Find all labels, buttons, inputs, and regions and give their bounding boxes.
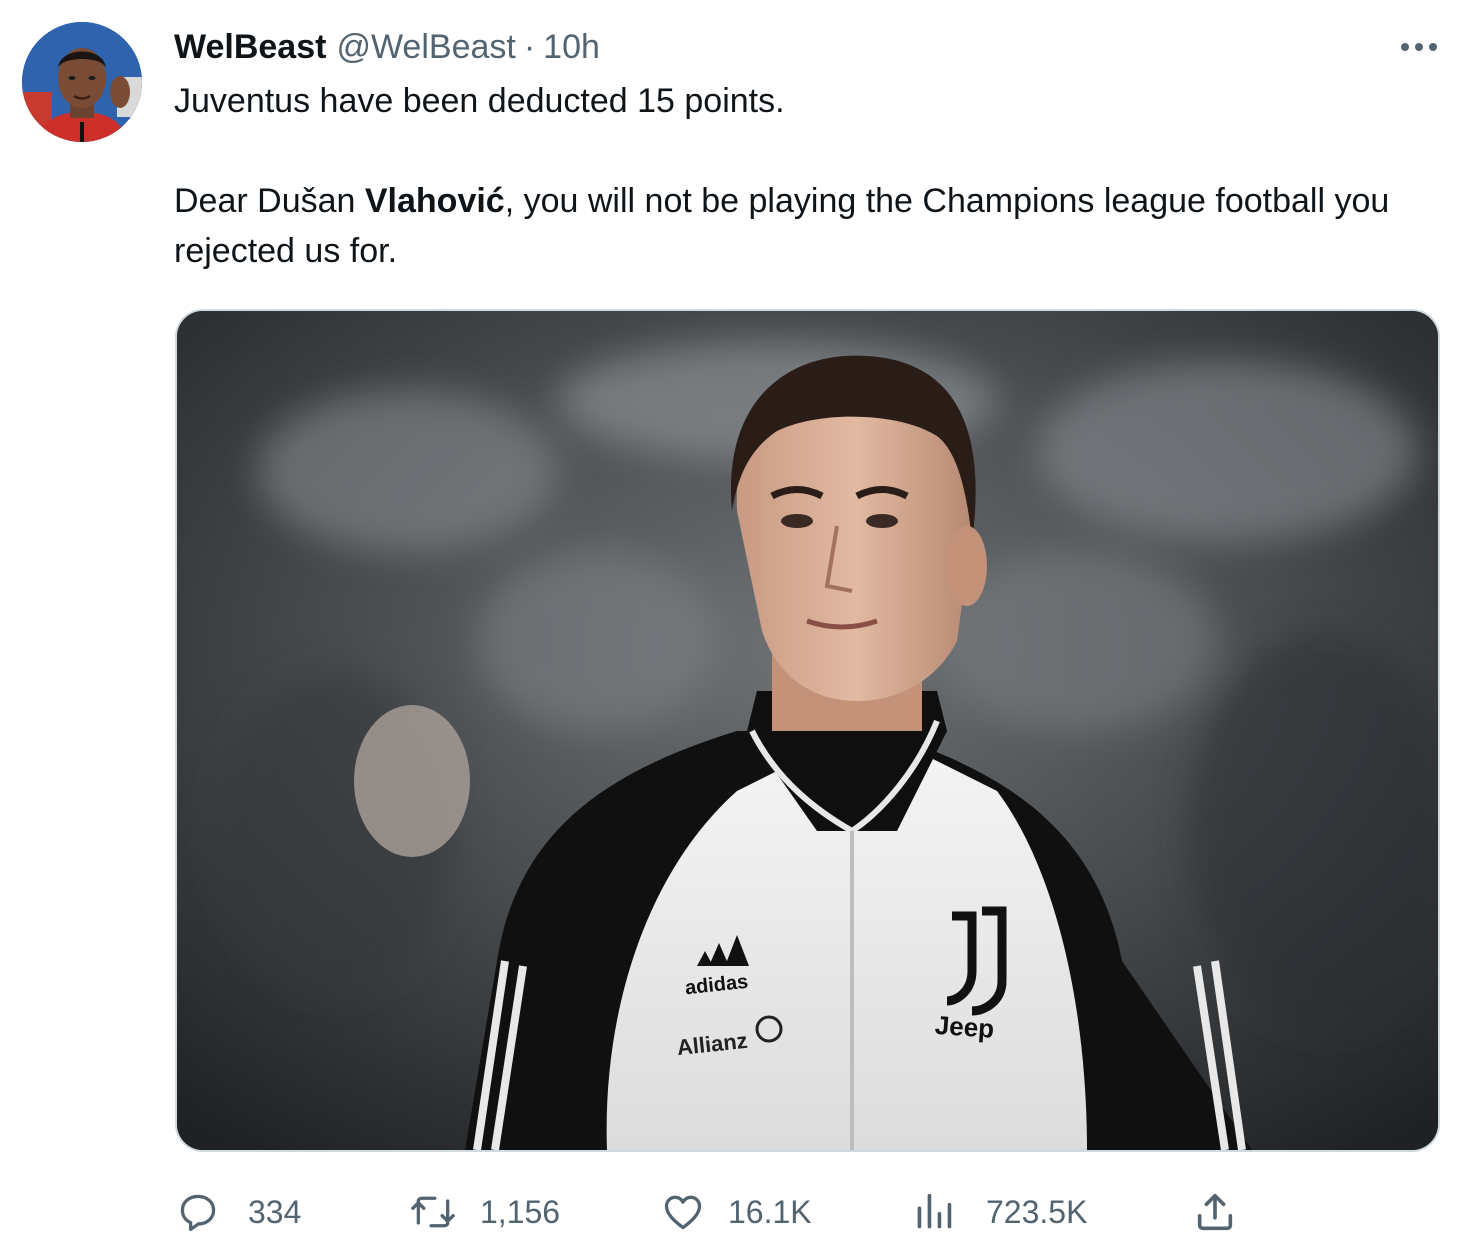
reply-bubble-icon <box>180 1194 216 1232</box>
reply-button[interactable]: 334 <box>176 1184 301 1240</box>
tweet-action-bar: 334 1,156 16.1K 723.5K <box>170 1184 1270 1240</box>
more-horizontal-icon <box>1401 43 1437 51</box>
analytics-bars-icon <box>917 1193 952 1229</box>
author-handle[interactable]: @WelBeast <box>336 28 515 67</box>
reply-count: 334 <box>248 1193 302 1230</box>
tweet-header: WelBeast @WelBeast · 10h <box>174 22 600 72</box>
tweet-text: Juventus have been deducted 15 points. D… <box>174 76 1449 276</box>
tweet-text-line-1: Juventus have been deducted 15 points. <box>174 82 785 120</box>
player-photo: adidas Allianz Jeep <box>177 311 1438 1150</box>
retweet-icon <box>411 1196 455 1228</box>
tweet-text-bold-name: Vlahović <box>364 182 505 220</box>
retweet-button[interactable]: 1,156 <box>408 1184 560 1240</box>
more-options-button[interactable] <box>1392 26 1446 68</box>
tweet: WelBeast @WelBeast · 10h Juventus have b… <box>0 0 1460 1254</box>
share-upload-icon <box>1197 1193 1233 1231</box>
author-avatar[interactable] <box>22 22 142 142</box>
tweet-text-segment: Dear Dušan <box>174 182 365 220</box>
like-count: 16.1K <box>728 1193 812 1230</box>
share-button[interactable] <box>1192 1184 1238 1240</box>
jacket-main-sponsor-text: Jeep <box>934 1010 995 1044</box>
tweet-text-paragraph-2: Dear Dušan Vlahović, you will not be pla… <box>174 176 1449 276</box>
views-button[interactable]: 723.5K <box>914 1184 1087 1240</box>
tweet-media-image[interactable]: adidas Allianz Jeep <box>175 309 1440 1152</box>
header-separator: · <box>523 27 536 66</box>
tweet-timestamp[interactable]: 10h <box>543 28 600 67</box>
author-display-name[interactable]: WelBeast <box>174 28 326 67</box>
heart-icon <box>664 1195 702 1230</box>
retweet-count: 1,156 <box>480 1193 561 1230</box>
views-count: 723.5K <box>986 1193 1088 1230</box>
like-button[interactable]: 16.1K <box>660 1184 812 1240</box>
avatar-portrait <box>22 22 142 142</box>
